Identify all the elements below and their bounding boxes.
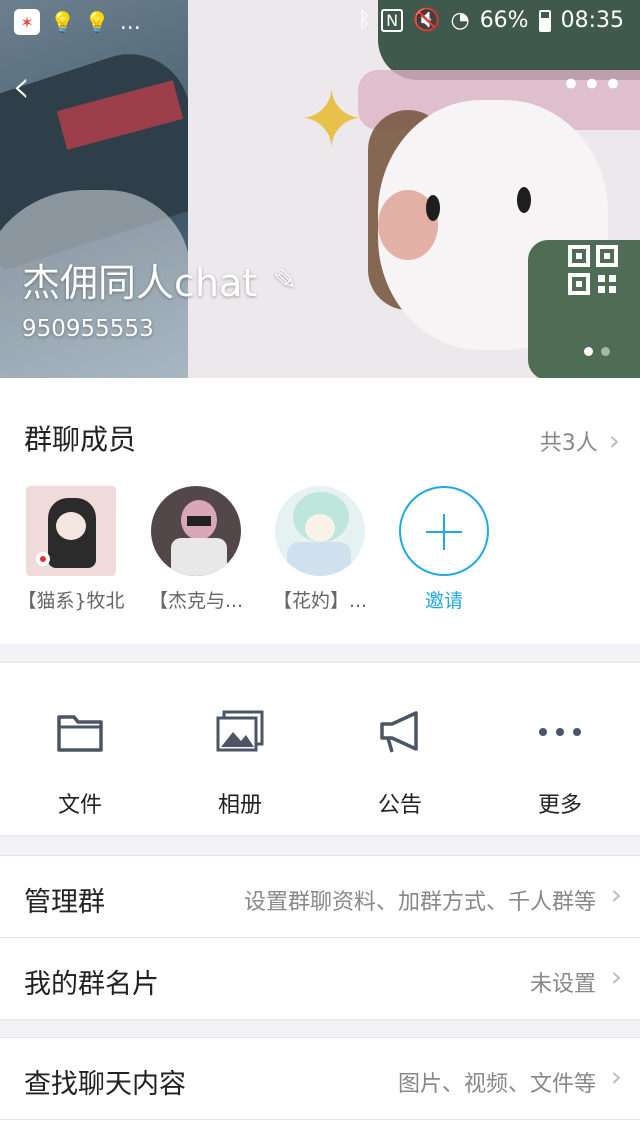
photo-album-icon — [190, 707, 290, 757]
group-name: 杰佣同人chat — [22, 261, 258, 305]
back-button[interactable]: ‹ — [12, 63, 52, 112]
manage-group-row[interactable]: 管理群 设置群聊资料、加群方式、千人群等 › — [0, 856, 640, 938]
files-button[interactable]: 文件 — [30, 707, 130, 819]
members-count: 共3人 — [539, 431, 598, 456]
lightbulb-icon: 💡 — [50, 10, 75, 34]
member-item[interactable]: 【杰克与... — [141, 486, 251, 613]
search-chat-row[interactable]: 查找聊天内容 图片、视频、文件等 › — [0, 1038, 640, 1120]
member-item[interactable]: 【花妁】... — [265, 486, 375, 613]
invite-button[interactable]: 邀请 — [389, 486, 499, 613]
avatar — [26, 486, 116, 576]
my-group-card-title: 我的群名片 — [24, 969, 159, 1000]
member-name: 【猫系}牧北 — [17, 590, 125, 612]
mute-icon: 🔇 — [413, 8, 441, 33]
carousel-dot — [584, 347, 593, 356]
more-options-button[interactable]: ••• — [561, 68, 624, 102]
chevron-right-icon: › — [610, 878, 622, 911]
member-name: 【花妁】... — [272, 590, 368, 612]
announcement-button[interactable]: 公告 — [350, 707, 450, 819]
folder-icon — [30, 707, 130, 757]
album-button[interactable]: 相册 — [190, 707, 290, 819]
nfc-icon: N — [381, 9, 404, 32]
cover-image-right: ✦ — [188, 0, 640, 378]
group-header: ✦ ✶ 💡 💡 ... ᛒ N 🔇 ◔ 66% 08:35 ‹ ••• 杰佣同人… — [0, 0, 640, 378]
my-group-card-value: 未设置 — [529, 972, 596, 997]
group-name-row: 杰佣同人chat ✎ — [22, 252, 297, 307]
chevron-right-icon: › — [610, 960, 622, 993]
chevron-right-icon: › — [608, 424, 620, 457]
clock: 08:35 — [560, 8, 624, 33]
battery-level: 66% — [479, 8, 529, 33]
qr-code-icon[interactable] — [567, 244, 619, 296]
app-notification-icon: ✶ — [14, 9, 40, 35]
member-name: 【杰克与... — [148, 590, 244, 612]
search-chat-value: 图片、视频、文件等 — [397, 1072, 596, 1097]
invite-label: 邀请 — [424, 590, 463, 612]
group-id: 950955553 — [22, 316, 154, 342]
more-label: 更多 — [537, 793, 582, 818]
wifi-icon: ◔ — [450, 8, 470, 33]
battery-icon — [538, 9, 551, 32]
chevron-right-icon: › — [610, 1060, 622, 1093]
status-bar: ✶ 💡 💡 ... ᛒ N 🔇 ◔ 66% 08:35 — [0, 0, 640, 44]
bluetooth-icon: ᛒ — [357, 8, 372, 33]
lightbulb-icon: 💡 — [84, 10, 110, 34]
carousel-indicator — [584, 347, 610, 356]
carousel-dot — [601, 347, 610, 356]
members-title: 群聊成员 — [24, 423, 137, 456]
album-label: 相册 — [217, 793, 262, 818]
files-label: 文件 — [57, 793, 102, 818]
megaphone-icon — [350, 707, 450, 757]
manage-group-value: 设置群聊资料、加群方式、千人群等 — [243, 890, 596, 915]
announcement-label: 公告 — [377, 793, 422, 818]
members-count-link[interactable]: 共3人 › — [540, 424, 620, 457]
more-dots-icon — [510, 707, 610, 757]
add-member-icon — [399, 486, 489, 576]
divider — [0, 1019, 640, 1020]
avatar — [275, 486, 365, 576]
members-section: 群聊成员 共3人 › 【猫系}牧北 【杰克与... 【花妁】... 邀请 — [0, 378, 640, 644]
member-item[interactable]: 【猫系}牧北 — [16, 486, 126, 613]
edit-name-icon[interactable]: ✎ — [273, 263, 296, 296]
manage-group-title: 管理群 — [24, 887, 105, 918]
my-group-card-row[interactable]: 我的群名片 未设置 › — [0, 938, 640, 1020]
notification-overflow: ... — [119, 9, 141, 35]
quick-actions: 文件 相册 公告 更多 — [0, 662, 640, 836]
next-row — [0, 1120, 640, 1138]
search-chat-title: 查找聊天内容 — [24, 1069, 186, 1100]
avatar — [151, 486, 241, 576]
more-button[interactable]: 更多 — [510, 707, 610, 819]
